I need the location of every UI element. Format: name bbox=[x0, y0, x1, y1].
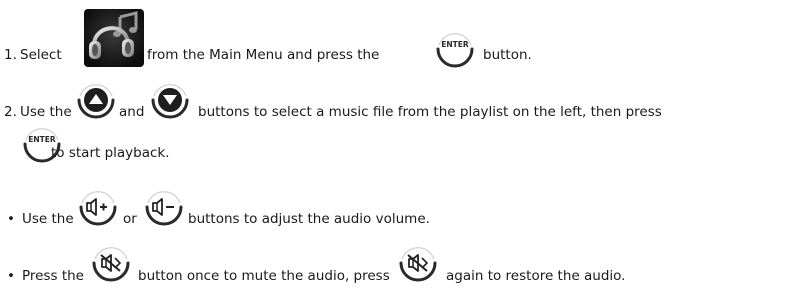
volume-down-button-icon bbox=[145, 191, 183, 226]
enter-label: ENTER bbox=[441, 40, 469, 49]
volume-up-button-icon bbox=[79, 191, 117, 226]
mute-button-icon bbox=[92, 247, 130, 282]
step-2-text-and: and bbox=[119, 104, 145, 120]
step-2-text-use: Use the bbox=[20, 104, 72, 120]
enter-label: ENTER bbox=[28, 135, 56, 144]
bullet-2-text-press: Press the bbox=[22, 268, 84, 284]
bullet-1-text-end: buttons to adjust the audio volume. bbox=[188, 211, 430, 227]
step-1-text-select: Select bbox=[20, 47, 62, 63]
step-2-text-mid: buttons to select a music file from the … bbox=[198, 104, 662, 120]
music-headphones-icon bbox=[84, 9, 144, 67]
step-1-text-end: button. bbox=[483, 47, 532, 63]
bullet-1-marker: • bbox=[7, 211, 15, 227]
bullet-2-marker: • bbox=[7, 268, 15, 284]
bullet-2-text-end: again to restore the audio. bbox=[446, 268, 626, 284]
step-2-text-end: to start playback. bbox=[51, 145, 170, 161]
bullet-1-text-use: Use the bbox=[22, 211, 74, 227]
bullet-1-text-or: or bbox=[123, 211, 137, 227]
down-arrow-button-icon bbox=[151, 84, 189, 119]
instruction-page: { "step1": { "number": "1.", "text_selec… bbox=[0, 0, 803, 302]
enter-button-icon: ENTER bbox=[436, 33, 474, 68]
step-1-text-mid: from the Main Menu and press the bbox=[147, 47, 380, 63]
bullet-2-text-mid: button once to mute the audio, press bbox=[138, 268, 390, 284]
step-1-number: 1. bbox=[4, 47, 17, 63]
step-2-number: 2. bbox=[4, 104, 17, 120]
mute-button-icon bbox=[399, 247, 437, 282]
up-arrow-button-icon bbox=[77, 84, 115, 119]
